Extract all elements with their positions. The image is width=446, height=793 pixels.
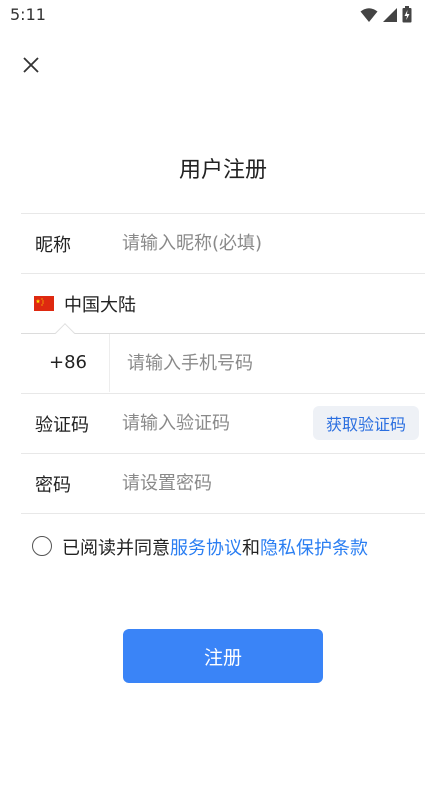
phone-input[interactable] xyxy=(127,349,412,377)
close-icon xyxy=(23,57,39,73)
service-agreement-link[interactable]: 服务协议 xyxy=(170,538,242,559)
status-icons xyxy=(360,6,412,23)
divider xyxy=(21,393,425,394)
password-label: 密码 xyxy=(35,475,71,496)
nickname-label: 昵称 xyxy=(35,235,71,256)
page-title: 用户注册 xyxy=(178,158,267,183)
country-code[interactable]: +86 xyxy=(49,352,87,373)
get-code-button[interactable]: 获取验证码 xyxy=(313,406,419,440)
agreement-prefix: 已阅读并同意 xyxy=(62,538,170,559)
divider xyxy=(21,333,425,334)
region-caret-icon xyxy=(55,323,75,343)
agreement-joiner: 和 xyxy=(242,538,260,559)
divider xyxy=(109,334,110,392)
status-time: 5:11 xyxy=(10,5,46,24)
divider xyxy=(21,513,425,514)
verification-label: 验证码 xyxy=(35,415,89,436)
wifi-icon xyxy=(360,7,378,22)
register-button[interactable]: 注册 xyxy=(123,629,323,683)
status-bar: 5:11 xyxy=(0,0,446,30)
china-flag-icon xyxy=(34,296,54,311)
battery-icon xyxy=(402,6,412,23)
divider xyxy=(21,273,425,274)
privacy-policy-link[interactable]: 隐私保护条款 xyxy=(260,538,368,559)
divider xyxy=(21,453,425,454)
divider xyxy=(21,213,425,214)
verification-input[interactable] xyxy=(122,409,302,437)
region-selector[interactable]: 中国大陆 xyxy=(64,291,136,317)
nickname-input[interactable] xyxy=(122,229,412,257)
password-input[interactable] xyxy=(122,469,412,497)
close-button[interactable] xyxy=(18,52,44,78)
agreement-text: 已阅读并同意服务协议和隐私保护条款 xyxy=(62,534,368,560)
agreement-radio[interactable] xyxy=(32,536,52,556)
signal-icon xyxy=(383,7,397,22)
